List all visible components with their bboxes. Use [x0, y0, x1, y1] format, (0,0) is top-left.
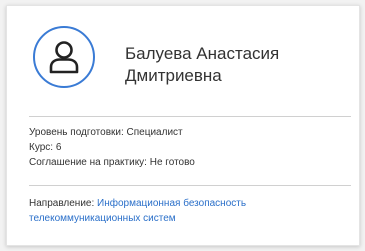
student-name: Балуева Анастасия Дмитриевна [125, 44, 280, 85]
agreement-label: Соглашение на практику: [29, 157, 147, 168]
direction-row: Направление: Информационная безопасность… [29, 196, 344, 226]
avatar [33, 26, 95, 88]
level-value: Специалист [126, 127, 183, 138]
user-icon [49, 41, 79, 74]
student-info: Уровень подготовки: Специалист Курс: 6 С… [29, 125, 195, 170]
course-row: Курс: 6 [29, 140, 195, 155]
level-label: Уровень подготовки: [29, 127, 124, 138]
agreement-value: Не готово [149, 157, 195, 168]
student-card[interactable]: Балуева Анастасия Дмитриевна Уровень под… [6, 5, 360, 246]
divider [29, 116, 351, 117]
agreement-row: Соглашение на практику: Не готово [29, 155, 195, 170]
course-label: Курс: [29, 142, 54, 153]
level-row: Уровень подготовки: Специалист [29, 125, 195, 140]
direction-label: Направление: [29, 198, 95, 209]
divider [29, 185, 351, 186]
course-value: 6 [55, 142, 62, 153]
